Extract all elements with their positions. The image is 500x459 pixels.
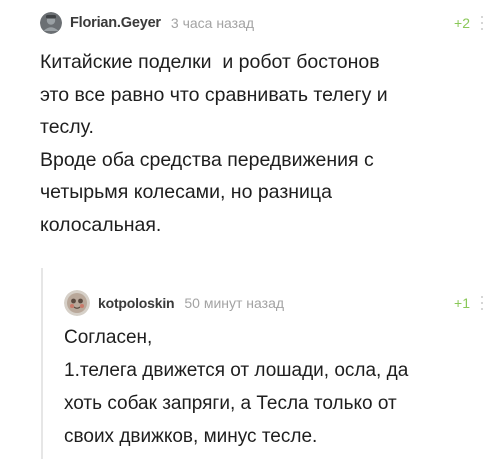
comment-text: Китайские поделки и робот бостонов это в… [40, 46, 388, 241]
comment-rating: +2 [454, 15, 470, 31]
more-options-icon[interactable] [480, 16, 484, 30]
comment-line: колосальная. [40, 213, 162, 236]
comment-line: Согласен, [64, 327, 153, 348]
comment-line: четырьмя колесами, но разница [40, 181, 332, 203]
comment-rating: +1 [454, 295, 470, 311]
comment-line: 1.телега движется от лошади, осла, да [64, 360, 409, 381]
comment-author[interactable]: kotpoloskin [98, 295, 175, 311]
comment-author[interactable]: Florian.Geyer [70, 15, 161, 31]
comment-line: это все равно что сравнивать телегу и [40, 83, 388, 106]
comment-time[interactable]: 50 минут назад [184, 295, 284, 311]
more-options-icon[interactable] [480, 296, 484, 310]
comment-line: Китайские поделки и робот бостонов [40, 51, 380, 73]
comment-line: хоть собак запряги, а Тесла только от [64, 393, 397, 414]
comment-line: теслу. [40, 116, 94, 138]
comment-time[interactable]: 3 часа назад [171, 15, 254, 31]
comment-header: kotpoloskin 50 минут назад +1 [64, 290, 484, 316]
comment-line: Вроде оба средства передвижения с [40, 148, 374, 171]
thread-line[interactable] [41, 268, 43, 459]
comment-text: Согласен, 1.телега движется от лошади, о… [64, 321, 408, 453]
comment-line: своих движков, минус тесле. [64, 426, 318, 447]
comment-header: Florian.Geyer 3 часа назад +2 [40, 12, 484, 34]
avatar[interactable] [64, 290, 90, 316]
avatar[interactable] [40, 12, 62, 34]
